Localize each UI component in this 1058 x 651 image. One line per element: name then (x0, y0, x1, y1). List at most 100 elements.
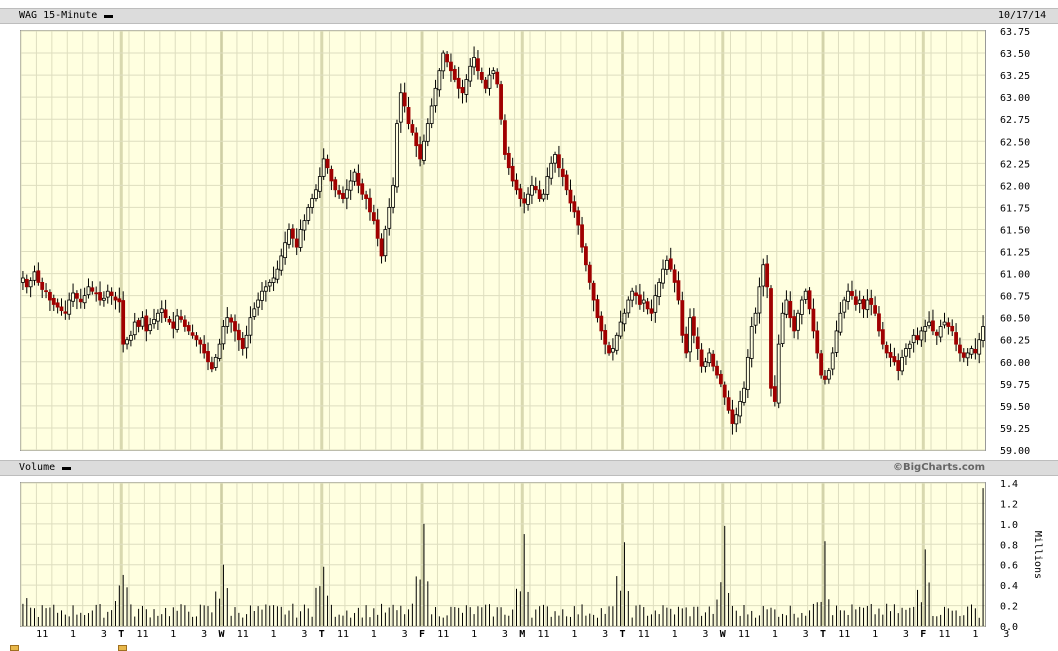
price-tick-label: 63.00 (1000, 93, 1030, 104)
candle-body (954, 332, 958, 345)
candle-body (564, 174, 569, 191)
day-separator (119, 31, 123, 450)
candle-body (680, 300, 685, 336)
candle-body (98, 292, 102, 301)
candle-body (491, 70, 496, 74)
candle-body (329, 168, 334, 182)
candle-body (707, 352, 712, 364)
day-separator (320, 31, 324, 450)
candle-body (148, 324, 153, 332)
candle-body (271, 277, 276, 283)
price-tick-label: 61.50 (1000, 225, 1030, 236)
x-time-label: 1 (872, 629, 878, 640)
candle-body (460, 87, 465, 94)
candle-body (769, 288, 773, 389)
candle-body (522, 198, 527, 204)
price-tick-label: 62.50 (1000, 137, 1030, 148)
candle-body (807, 290, 812, 310)
candle-body (788, 300, 793, 319)
candle-body (256, 299, 261, 308)
candle-body (479, 72, 484, 80)
price-tick-label: 60.75 (1000, 292, 1030, 303)
candle-body (530, 184, 534, 196)
candle-body (483, 79, 488, 89)
candle-body (495, 71, 500, 85)
candle-body (152, 319, 156, 325)
candle-body (873, 305, 878, 314)
candle-body (792, 316, 797, 332)
candle-body (595, 299, 600, 319)
x-time-label: 11 (838, 629, 850, 640)
candle-body (263, 286, 268, 292)
volume-panel-header: Volume ©BigCharts.com (0, 460, 1058, 476)
candle-body (452, 68, 457, 80)
bottom-left-icon (10, 645, 19, 651)
candle-body (765, 263, 770, 288)
candle-body (661, 268, 665, 284)
candle-body (668, 258, 673, 270)
candle-body (63, 311, 68, 314)
candle-body (510, 165, 515, 182)
candle-body (634, 292, 638, 297)
candle-body (306, 207, 311, 221)
candle-body (252, 308, 257, 317)
price-tick-label: 59.75 (1000, 380, 1030, 391)
x-time-label: 1 (271, 629, 277, 640)
x-time-label: 11 (237, 629, 249, 640)
x-time-label: 1 (571, 629, 577, 640)
candle-body (892, 356, 897, 363)
price-tick-label: 59.50 (1000, 402, 1030, 413)
candle-body (734, 414, 739, 425)
candle-body (182, 319, 187, 327)
candle-body (572, 201, 577, 213)
candle-body (838, 312, 843, 333)
candle-body (684, 333, 689, 354)
day-separator (520, 31, 524, 450)
volume-tick-label: 0.6 (1000, 561, 1018, 572)
price-tick-label: 62.25 (1000, 159, 1030, 170)
candle-body (738, 401, 743, 417)
candle-body (618, 321, 623, 337)
candle-body (337, 190, 342, 195)
credit-text: ©BigCharts.com (893, 462, 986, 473)
candle-body (904, 348, 908, 357)
candle-body (923, 326, 928, 332)
volume-tick-label: 1.0 (1000, 520, 1018, 531)
candle-body (877, 313, 881, 332)
candle-body (857, 299, 862, 304)
x-time-label: 3 (201, 629, 207, 640)
candle-body (59, 306, 64, 312)
volume-tick-label: 1.4 (1000, 479, 1018, 490)
candle-body (21, 277, 25, 283)
x-day-label: T (820, 629, 826, 640)
candle-body (499, 84, 503, 120)
candle-body (48, 291, 52, 301)
candle-body (549, 162, 554, 179)
x-day-label: M (519, 629, 525, 640)
volume-tick-label: 0.4 (1000, 581, 1018, 592)
candle-body (186, 325, 191, 332)
candle-body (171, 321, 176, 329)
candle-body (664, 259, 669, 270)
x-day-label: T (319, 629, 325, 640)
x-time-label: 3 (1003, 629, 1009, 640)
candle-body (607, 345, 611, 354)
candle-body (391, 184, 396, 208)
candle-body (352, 171, 357, 182)
price-chart: 59.00 59.25 59.50 59.75 60.00 60.25 60.50 60.75… (20, 27, 1030, 457)
candle-body (742, 387, 746, 403)
candle-body (429, 105, 434, 124)
candle-body (541, 193, 546, 200)
candle-body (896, 360, 901, 372)
candle-body (213, 356, 218, 368)
candle-body (568, 189, 573, 204)
price-tick-label: 62.00 (1000, 181, 1030, 192)
candle-body (603, 330, 608, 345)
candle-body (915, 335, 920, 341)
volume-legend-swatch (62, 467, 71, 470)
candle-body (86, 286, 91, 296)
candle-body (699, 349, 704, 367)
candle-body (379, 238, 384, 257)
candle-body (406, 107, 411, 125)
candle-body (217, 343, 222, 359)
